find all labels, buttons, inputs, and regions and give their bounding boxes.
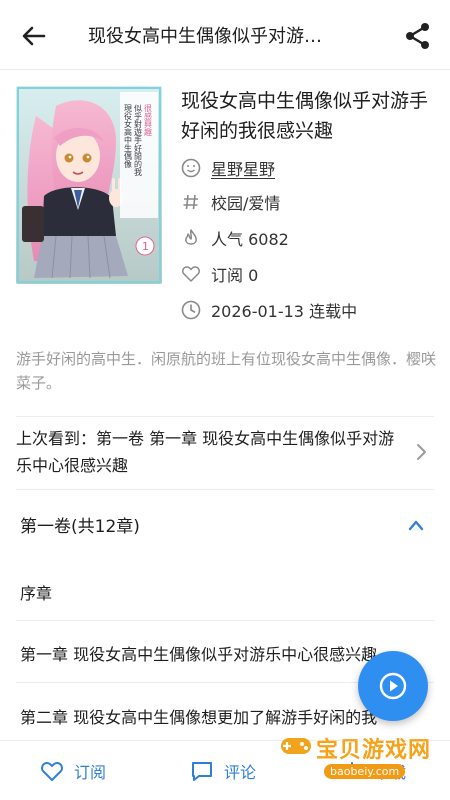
popularity-row: 人气 6082 (181, 226, 289, 250)
comment-label: 评论 (224, 763, 257, 782)
subscribe-label: 订阅 (74, 763, 107, 782)
hash-icon (181, 192, 201, 212)
subscriptions-row: 订阅 0 (181, 262, 258, 286)
arrow-left-icon (22, 26, 46, 46)
author-name[interactable]: 星野星野 (211, 156, 275, 180)
chapter-item[interactable]: 第一章 现役女高中生偶像似乎对游乐中心很感兴趣 (20, 641, 420, 665)
chapter-item[interactable]: 序章 (20, 580, 420, 604)
subscribe-button[interactable]: 订阅 (40, 759, 106, 783)
cover-illustration: 現役女高中生偶像 似乎對遊手好閒的我 很感興趣 1 (16, 86, 162, 284)
heart-icon (41, 762, 63, 781)
cover-volume-number: 1 (142, 240, 149, 253)
last-read-link[interactable]: 上次看到：第一卷 第一章 现役女高中生偶像似乎对游乐中心很感兴趣 (16, 425, 396, 479)
author-row[interactable]: 星野星野 (181, 156, 275, 180)
svg-text:很感興趣: 很感興趣 (144, 104, 153, 137)
share-button[interactable] (402, 20, 434, 52)
flame-icon (181, 228, 201, 248)
svg-text:似乎對遊手好閒的我: 似乎對遊手好閒的我 (134, 104, 143, 176)
tags-row: 校园/爱情 (181, 190, 280, 214)
update-row: 2026-01-13 连载中 (181, 298, 357, 322)
share-icon (406, 23, 429, 49)
site-watermark: 宝贝游戏网 baobeiy.com (278, 730, 446, 786)
back-button[interactable] (18, 20, 50, 52)
chevron-right-icon[interactable] (414, 443, 428, 461)
book-tags: 校园/爱情 (211, 194, 281, 213)
page-title: 现役女高中生偶像似乎对游… (88, 26, 322, 47)
svg-text:現役女高中生偶像: 現役女高中生偶像 (124, 104, 133, 168)
comment-button[interactable]: 评论 (190, 759, 256, 783)
book-title: 现役女高中生偶像似乎对游手好闲的我很感兴趣 (181, 90, 429, 142)
popularity-count: 人气 6082 (211, 230, 289, 249)
heart-icon (181, 264, 201, 284)
chapter-item[interactable]: 第二章 现役女高中生偶像想更加了解游手好闲的我 (20, 704, 390, 728)
book-description: 游手好闲的高中生．闲原航的班上有位现役女高中生偶像．樱咲菜子。 (16, 350, 437, 392)
continue-reading-button[interactable] (358, 651, 428, 721)
chevron-up-icon[interactable] (408, 516, 424, 531)
watermark-text: 宝贝游戏网 (316, 738, 432, 763)
subscription-count: 订阅 0 (211, 266, 259, 285)
smile-icon (181, 158, 201, 178)
update-status: 2026-01-13 连载中 (211, 302, 358, 321)
gamepad-icon (281, 738, 311, 754)
divider (16, 489, 434, 490)
top-app-bar: 现役女高中生偶像似乎对游… (0, 0, 450, 70)
book-cover[interactable]: 現役女高中生偶像 似乎對遊手好閒的我 很感興趣 1 (16, 86, 162, 284)
divider (16, 416, 434, 417)
clock-icon (181, 300, 201, 320)
play-circle-icon (379, 672, 407, 700)
watermark-url: baobeiy.com (324, 764, 406, 779)
comment-icon (192, 762, 212, 781)
divider (16, 620, 434, 621)
volume-header[interactable]: 第一卷(共12章) (20, 512, 140, 537)
